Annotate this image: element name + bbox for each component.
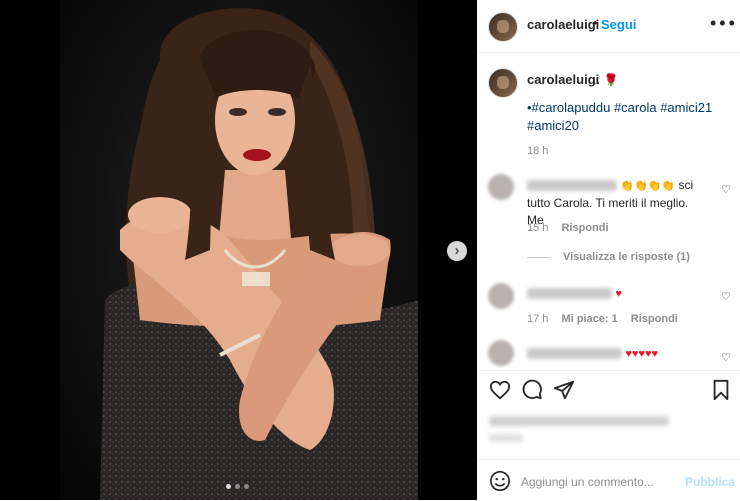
post-header: carolaeluigi • Segui • • • <box>477 0 740 53</box>
caption-username[interactable]: carolaeluigi <box>527 72 599 87</box>
header-username[interactable]: carolaeluigi <box>527 17 599 32</box>
rose-emoji-icon: 🌹 <box>603 73 619 87</box>
next-image-button[interactable]: › <box>447 241 467 261</box>
comment-likes-count[interactable]: Mi piace: 1 <box>561 313 617 325</box>
blurred-date <box>489 434 523 442</box>
follow-button[interactable]: Segui <box>601 17 636 32</box>
caption-hashtags[interactable]: •#carolapuddu #carola #amici21 #amici20 <box>527 99 727 135</box>
caption-avatar[interactable] <box>488 68 518 98</box>
avatar[interactable] <box>488 12 518 42</box>
bookmark-icon[interactable] <box>711 379 731 401</box>
more-options-icon[interactable]: • • • <box>710 13 735 34</box>
comment-like-icon[interactable]: ♡ <box>721 290 731 303</box>
comment-text: ♥ <box>527 285 622 303</box>
comment-form: Aggiungi un commento... Pubblica <box>477 459 740 501</box>
blurred-username[interactable] <box>527 180 617 192</box>
red-hearts-emoji-icon: ♥♥♥♥♥ <box>625 348 658 360</box>
carousel-indicator <box>226 484 249 489</box>
reply-button[interactable]: Rispondi <box>561 222 608 234</box>
comment-input[interactable]: Aggiungi un commento... <box>521 475 654 489</box>
post-sidebar: carolaeluigi • Segui • • • carolaeluigi … <box>477 0 740 500</box>
caption-text: .. 🌹 <box>593 72 619 87</box>
carousel-dot <box>244 484 249 489</box>
post-photo <box>60 0 418 500</box>
comment-text: ♥♥♥♥♥ <box>527 345 658 363</box>
post-media: › <box>0 0 477 500</box>
blurred-username[interactable] <box>527 348 622 360</box>
comment-icon[interactable] <box>521 379 543 401</box>
blurred-likes[interactable] <box>489 416 669 426</box>
separator-dot: • <box>593 15 598 30</box>
comment-avatar[interactable] <box>488 340 514 366</box>
comment-like-icon[interactable]: ♡ <box>721 351 731 364</box>
view-replies-button[interactable]: Visualizza le risposte (1) <box>527 251 690 263</box>
comment-time[interactable]: 15 h <box>527 222 548 234</box>
replies-divider <box>527 256 551 258</box>
blurred-username[interactable] <box>527 288 612 300</box>
caption-timestamp[interactable]: 18 h <box>527 145 548 157</box>
carousel-dot <box>235 484 240 489</box>
comment-meta: 15 h Rispondi <box>527 222 609 234</box>
share-icon[interactable] <box>553 379 575 401</box>
carousel-dot-active <box>226 484 231 489</box>
heart-icon[interactable] <box>489 379 511 401</box>
comment-meta: 17 h Mi piace: 1 Rispondi <box>527 313 678 325</box>
comment-avatar[interactable] <box>488 174 514 200</box>
publish-button[interactable]: Pubblica <box>685 475 735 489</box>
red-heart-emoji-icon: ♥ <box>615 288 622 300</box>
comment-like-icon[interactable]: ♡ <box>721 183 731 196</box>
comment-avatar[interactable] <box>488 283 514 309</box>
clap-emoji-icon: 👏👏👏👏 <box>620 180 676 192</box>
emoji-icon[interactable] <box>489 470 511 492</box>
post-actions <box>477 370 740 411</box>
reply-button[interactable]: Rispondi <box>631 313 678 325</box>
comment-time[interactable]: 17 h <box>527 313 548 325</box>
